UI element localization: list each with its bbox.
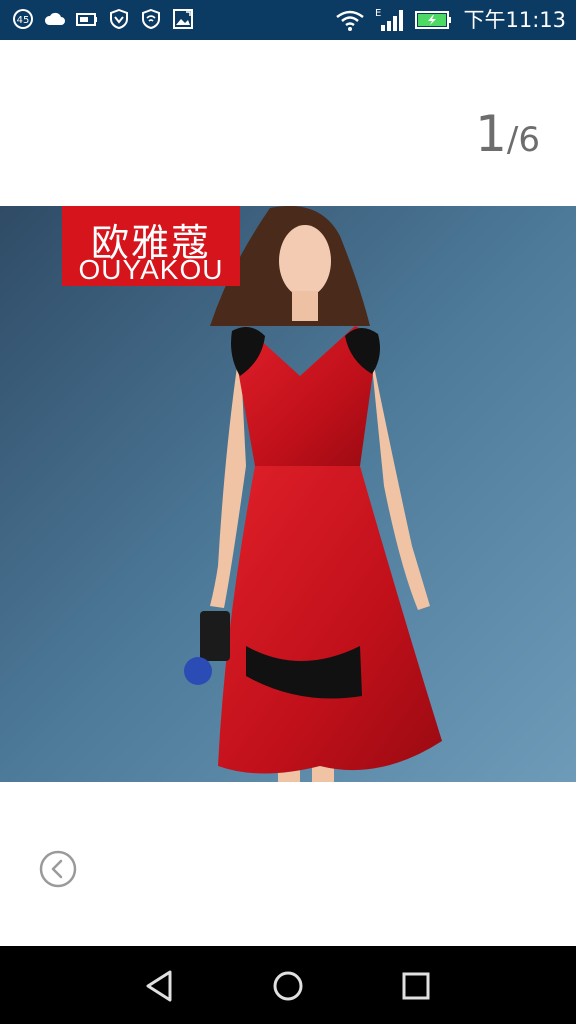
current-image-index: 1 <box>475 105 507 163</box>
status-left-icons: 45 <box>12 8 194 30</box>
recent-square-icon <box>402 972 430 1000</box>
recent-apps-button[interactable] <box>396 966 436 1006</box>
network-type-label: E <box>375 8 381 19</box>
brand-name-english: OUYAKOU <box>78 254 224 285</box>
notification-badge-icon: 45 <box>12 8 34 30</box>
back-button[interactable] <box>140 966 180 1006</box>
home-circle-icon <box>273 971 303 1001</box>
battery-saver-icon <box>76 8 98 30</box>
shield-icon <box>108 8 130 30</box>
back-triangle-icon <box>146 970 172 1002</box>
notification-count: 45 <box>17 15 30 26</box>
status-right-icons: E 下午11:13 <box>335 6 566 34</box>
wifi-shield-icon <box>140 8 162 30</box>
status-bar: 45 E 下午11:13 <box>0 0 576 40</box>
battery-icon <box>415 9 453 31</box>
product-image[interactable]: 欧雅蔻 OUYAKOU <box>0 206 576 782</box>
status-time: 下午11:13 <box>463 8 566 32</box>
total-image-count: 6 <box>518 120 540 160</box>
image-page-counter: 1 / 6 <box>475 106 540 162</box>
chevron-left-circle-icon <box>39 850 77 888</box>
product-photo <box>0 206 576 782</box>
cloud-icon <box>44 8 66 30</box>
home-button[interactable] <box>268 966 308 1006</box>
signal-icon: E <box>375 8 405 31</box>
wifi-icon <box>335 9 365 31</box>
system-navigation-bar <box>0 946 576 1024</box>
image-icon <box>172 8 194 30</box>
brand-label: 欧雅蔻 OUYAKOU <box>62 206 240 286</box>
previous-image-button[interactable] <box>39 850 77 888</box>
counter-separator: / <box>506 120 519 160</box>
